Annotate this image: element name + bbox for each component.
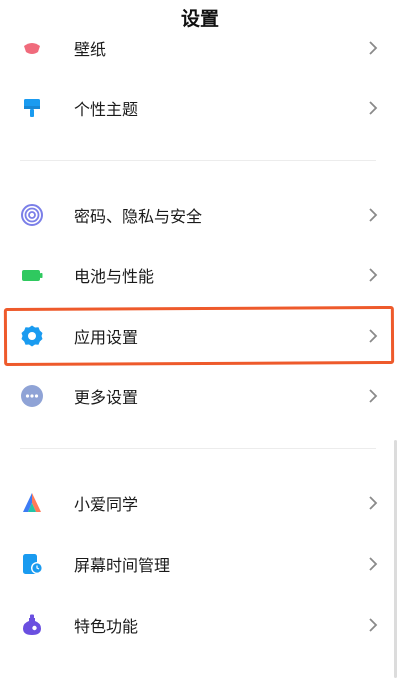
chevron-right-icon [369,101,378,115]
settings-item-label: 特色功能 [74,617,139,636]
settings-item-more-settings[interactable]: 更多设置 [0,368,400,424]
settings-item-privacy-security[interactable]: 密码、隐私与安全 [0,187,400,243]
settings-item-label: 更多设置 [74,388,139,407]
highlight-box [3,305,395,367]
theme-brush-icon [24,99,40,117]
chevron-right-icon [369,557,378,571]
settings-item-label: 屏幕时间管理 [74,556,171,575]
settings-item-label: 小爱同学 [74,495,139,514]
settings-item-theme[interactable]: 个性主题 [0,80,400,136]
xiaoai-icon [23,493,41,512]
section-divider [20,160,376,161]
settings-item-screen-time[interactable]: 屏幕时间管理 [0,536,400,592]
chevron-right-icon [369,389,378,403]
section-divider [20,448,376,449]
settings-item-label: 壁纸 [74,40,107,59]
settings-item-special-features[interactable]: 特色功能 [0,597,400,653]
wallpaper-icon [24,43,40,54]
settings-item-label: 电池与性能 [74,267,155,286]
chevron-right-icon [369,268,378,282]
settings-item-wallpaper[interactable]: 壁纸 [0,20,400,76]
settings-item-xiaoai[interactable]: 小爱同学 [0,475,400,531]
chevron-right-icon [369,618,378,632]
settings-item-battery[interactable]: 电池与性能 [0,247,400,303]
chevron-right-icon [369,496,378,510]
chevron-right-icon [369,41,378,55]
fingerprint-icon [21,204,43,226]
special-features-icon [23,614,41,635]
settings-item-label: 密码、隐私与安全 [74,207,203,226]
battery-icon [22,270,43,281]
more-dots-icon [21,385,43,407]
screen-time-icon [23,554,43,574]
chevron-right-icon [369,208,378,222]
settings-item-label: 个性主题 [74,100,139,119]
scrollbar[interactable] [394,440,397,678]
